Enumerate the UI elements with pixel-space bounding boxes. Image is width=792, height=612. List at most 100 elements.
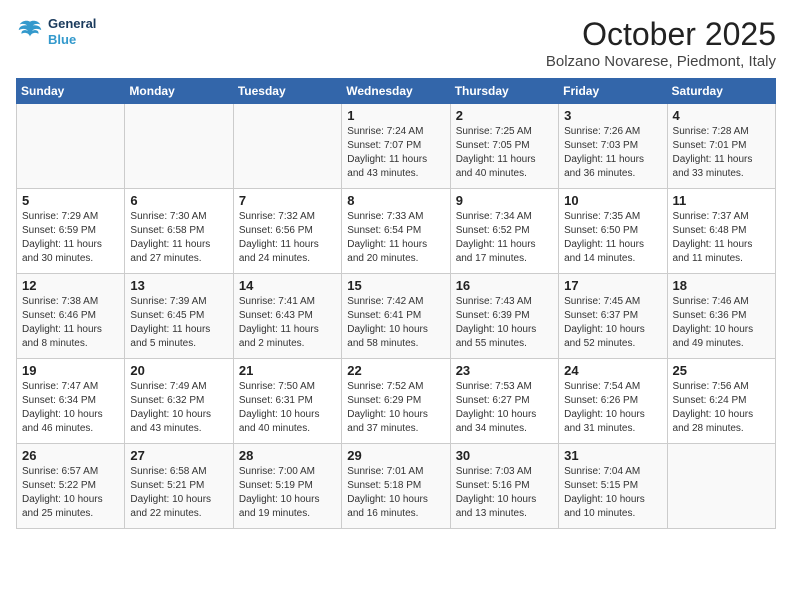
- header-friday: Friday: [559, 79, 667, 104]
- day-info: Sunrise: 7:43 AMSunset: 6:39 PMDaylight:…: [456, 295, 553, 351]
- table-row: [667, 444, 775, 529]
- day-info: Sunrise: 7:42 AMSunset: 6:41 PMDaylight:…: [347, 295, 444, 351]
- day-number: 26: [22, 448, 119, 463]
- day-number: 17: [564, 278, 661, 293]
- day-number: 30: [456, 448, 553, 463]
- table-row: 21 Sunrise: 7:50 AMSunset: 6:31 PMDayligh…: [233, 359, 341, 444]
- day-info: Sunrise: 7:03 AMSunset: 5:16 PMDaylight:…: [456, 465, 553, 521]
- header-thursday: Thursday: [450, 79, 558, 104]
- table-row: 2 Sunrise: 7:25 AMSunset: 7:05 PMDaylight…: [450, 104, 558, 189]
- table-row: 19 Sunrise: 7:47 AMSunset: 6:34 PMDayligh…: [17, 359, 125, 444]
- table-row: 15Sunrise: 7:42 AMSunset: 6:41 PMDayligh…: [342, 274, 450, 359]
- table-row: 26 Sunrise: 6:57 AMSunset: 5:22 PMDayligh…: [17, 444, 125, 529]
- day-number: 12: [22, 278, 119, 293]
- day-number: 16: [456, 278, 553, 293]
- day-info: Sunrise: 6:57 AMSunset: 5:22 PMDaylight:…: [22, 465, 119, 521]
- table-row: [125, 104, 233, 189]
- table-row: 30 Sunrise: 7:03 AMSunset: 5:16 PMDayligh…: [450, 444, 558, 529]
- table-row: 10 Sunrise: 7:35 AMSunset: 6:50 PMDayligh…: [559, 189, 667, 274]
- day-info: Sunrise: 7:29 AMSunset: 6:59 PMDaylight:…: [22, 210, 119, 266]
- table-row: 28 Sunrise: 7:00 AMSunset: 5:19 PMDayligh…: [233, 444, 341, 529]
- day-number: 8: [347, 193, 444, 208]
- header-wednesday: Wednesday: [342, 79, 450, 104]
- day-info: Sunrise: 7:35 AMSunset: 6:50 PMDaylight:…: [564, 210, 661, 266]
- location: Bolzano Novarese, Piedmont, Italy: [546, 53, 776, 70]
- day-info: Sunrise: 7:41 AMSunset: 6:43 PMDaylight:…: [239, 295, 336, 351]
- day-info: Sunrise: 7:04 AMSunset: 5:15 PMDaylight:…: [564, 465, 661, 521]
- title-block: October 2025 Bolzano Novarese, Piedmont,…: [546, 16, 776, 70]
- day-info: Sunrise: 6:58 AMSunset: 5:21 PMDaylight:…: [130, 465, 227, 521]
- day-number: 18: [673, 278, 770, 293]
- day-number: 27: [130, 448, 227, 463]
- table-row: 25 Sunrise: 7:56 AMSunset: 6:24 PMDayligh…: [667, 359, 775, 444]
- calendar-table: Sunday Monday Tuesday Wednesday Thursday…: [16, 78, 776, 529]
- table-row: 9 Sunrise: 7:34 AMSunset: 6:52 PMDaylight…: [450, 189, 558, 274]
- table-row: [233, 104, 341, 189]
- table-row: 12 Sunrise: 7:38 AMSunset: 6:46 PMDayligh…: [17, 274, 125, 359]
- day-info: Sunrise: 7:56 AMSunset: 6:24 PMDaylight:…: [673, 380, 770, 436]
- header-monday: Monday: [125, 79, 233, 104]
- day-number: 25: [673, 363, 770, 378]
- day-info: Sunrise: 7:34 AMSunset: 6:52 PMDaylight:…: [456, 210, 553, 266]
- day-number: 29: [347, 448, 444, 463]
- day-number: 5: [22, 193, 119, 208]
- calendar-week-row: 12 Sunrise: 7:38 AMSunset: 6:46 PMDayligh…: [17, 274, 776, 359]
- header-tuesday: Tuesday: [233, 79, 341, 104]
- day-number: 3: [564, 108, 661, 123]
- calendar-week-row: 1Sunrise: 7:24 AMSunset: 7:07 PMDaylight…: [17, 104, 776, 189]
- day-number: 6: [130, 193, 227, 208]
- day-number: 23: [456, 363, 553, 378]
- day-info: Sunrise: 7:53 AMSunset: 6:27 PMDaylight:…: [456, 380, 553, 436]
- table-row: 13 Sunrise: 7:39 AMSunset: 6:45 PMDayligh…: [125, 274, 233, 359]
- day-number: 1: [347, 108, 444, 123]
- table-row: 7 Sunrise: 7:32 AMSunset: 6:56 PMDaylight…: [233, 189, 341, 274]
- day-info: Sunrise: 7:33 AMSunset: 6:54 PMDaylight:…: [347, 210, 444, 266]
- day-info: Sunrise: 7:45 AMSunset: 6:37 PMDaylight:…: [564, 295, 661, 351]
- day-info: Sunrise: 7:28 AMSunset: 7:01 PMDaylight:…: [673, 125, 770, 181]
- day-number: 19: [22, 363, 119, 378]
- table-row: 23 Sunrise: 7:53 AMSunset: 6:27 PMDayligh…: [450, 359, 558, 444]
- table-row: 11 Sunrise: 7:37 AMSunset: 6:48 PMDayligh…: [667, 189, 775, 274]
- day-number: 2: [456, 108, 553, 123]
- month-title: October 2025: [546, 16, 776, 53]
- day-info: Sunrise: 7:47 AMSunset: 6:34 PMDaylight:…: [22, 380, 119, 436]
- day-info: Sunrise: 7:39 AMSunset: 6:45 PMDaylight:…: [130, 295, 227, 351]
- day-number: 11: [673, 193, 770, 208]
- calendar-week-row: 26 Sunrise: 6:57 AMSunset: 5:22 PMDayligh…: [17, 444, 776, 529]
- day-number: 20: [130, 363, 227, 378]
- day-number: 10: [564, 193, 661, 208]
- day-number: 22: [347, 363, 444, 378]
- calendar-container: General Blue October 2025 Bolzano Novare…: [0, 0, 792, 539]
- table-row: [17, 104, 125, 189]
- table-row: 20Sunrise: 7:49 AMSunset: 6:32 PMDayligh…: [125, 359, 233, 444]
- day-info: Sunrise: 7:52 AMSunset: 6:29 PMDaylight:…: [347, 380, 444, 436]
- header-sunday: Sunday: [17, 79, 125, 104]
- table-row: 22 Sunrise: 7:52 AMSunset: 6:29 PMDayligh…: [342, 359, 450, 444]
- table-row: 5 Sunrise: 7:29 AMSunset: 6:59 PMDaylight…: [17, 189, 125, 274]
- table-row: 18 Sunrise: 7:46 AMSunset: 6:36 PMDayligh…: [667, 274, 775, 359]
- calendar-week-row: 19 Sunrise: 7:47 AMSunset: 6:34 PMDayligh…: [17, 359, 776, 444]
- day-info: Sunrise: 7:37 AMSunset: 6:48 PMDaylight:…: [673, 210, 770, 266]
- calendar-week-row: 5 Sunrise: 7:29 AMSunset: 6:59 PMDaylight…: [17, 189, 776, 274]
- logo-icon: [16, 18, 44, 46]
- day-info: Sunrise: 7:01 AMSunset: 5:18 PMDaylight:…: [347, 465, 444, 521]
- header-saturday: Saturday: [667, 79, 775, 104]
- day-info: Sunrise: 7:38 AMSunset: 6:46 PMDaylight:…: [22, 295, 119, 351]
- day-number: 28: [239, 448, 336, 463]
- day-info: Sunrise: 7:25 AMSunset: 7:05 PMDaylight:…: [456, 125, 553, 181]
- table-row: 27 Sunrise: 6:58 AMSunset: 5:21 PMDayligh…: [125, 444, 233, 529]
- day-number: 13: [130, 278, 227, 293]
- calendar-header: General Blue October 2025 Bolzano Novare…: [16, 16, 776, 70]
- day-number: 7: [239, 193, 336, 208]
- day-info: Sunrise: 7:32 AMSunset: 6:56 PMDaylight:…: [239, 210, 336, 266]
- day-info: Sunrise: 7:50 AMSunset: 6:31 PMDaylight:…: [239, 380, 336, 436]
- table-row: 31Sunrise: 7:04 AMSunset: 5:15 PMDayligh…: [559, 444, 667, 529]
- table-row: 14Sunrise: 7:41 AMSunset: 6:43 PMDayligh…: [233, 274, 341, 359]
- table-row: 4 Sunrise: 7:28 AMSunset: 7:01 PMDaylight…: [667, 104, 775, 189]
- day-info: Sunrise: 7:46 AMSunset: 6:36 PMDaylight:…: [673, 295, 770, 351]
- day-number: 21: [239, 363, 336, 378]
- day-number: 9: [456, 193, 553, 208]
- day-number: 4: [673, 108, 770, 123]
- day-info: Sunrise: 7:30 AMSunset: 6:58 PMDaylight:…: [130, 210, 227, 266]
- day-info: Sunrise: 7:00 AMSunset: 5:19 PMDaylight:…: [239, 465, 336, 521]
